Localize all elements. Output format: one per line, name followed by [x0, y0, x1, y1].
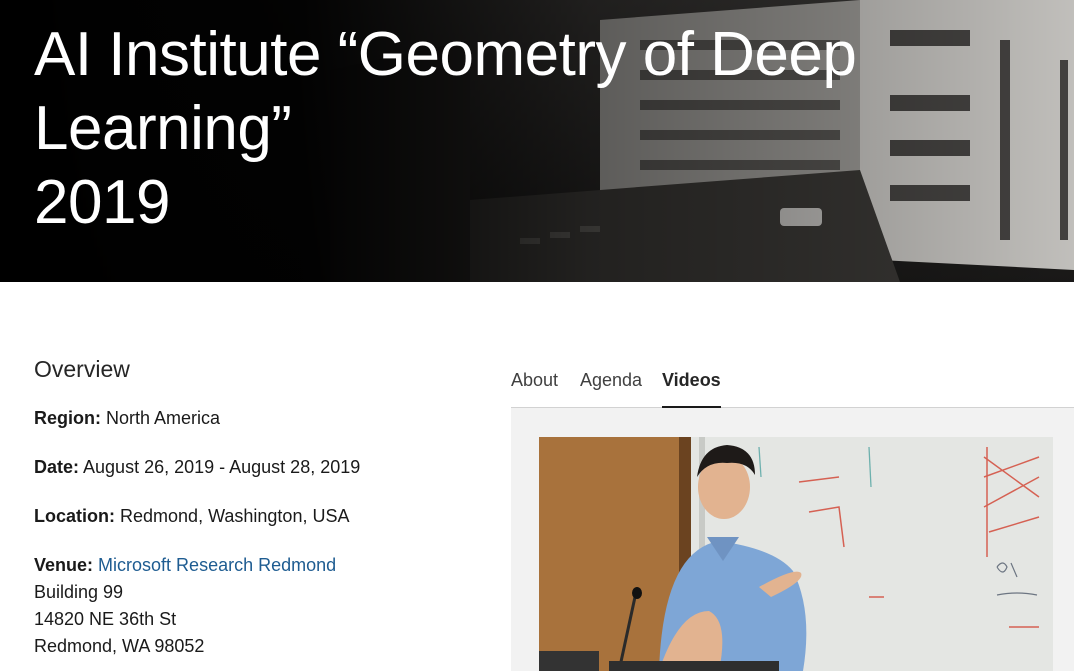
date-value: August 26, 2019 - August 28, 2019	[83, 457, 361, 477]
venue-row: Venue: Microsoft Research Redmond Buildi…	[34, 552, 474, 660]
overview-heading: Overview	[34, 356, 130, 382]
region-label: Region:	[34, 408, 101, 428]
tab-about[interactable]: About	[511, 366, 558, 408]
venue-address-line: 14820 NE 36th St	[34, 609, 177, 629]
speaker-photo	[539, 437, 1053, 671]
venue-address-line: Redmond, WA 98052	[34, 636, 205, 656]
region-row: Region: North America	[34, 405, 474, 432]
location-label: Location:	[34, 506, 115, 526]
page-title: AI Institute “Geometry of Deep Learning”…	[34, 18, 1074, 240]
location-value: Redmond, Washington, USA	[120, 506, 350, 526]
venue-address-line: Building 99	[34, 582, 124, 602]
video-thumbnail[interactable]	[539, 437, 1053, 671]
overview-section: Overview Region: North America Date: Aug…	[34, 355, 474, 660]
region-value: North America	[106, 408, 221, 428]
hero-banner: AI Institute “Geometry of Deep Learning”…	[0, 0, 1074, 282]
date-row: Date: August 26, 2019 - August 28, 2019	[34, 454, 474, 481]
date-label: Date:	[34, 457, 80, 477]
venue-label: Venue:	[34, 555, 94, 575]
page-title-line1: AI Institute “Geometry of Deep Learning”	[34, 20, 857, 163]
venue-link[interactable]: Microsoft Research Redmond	[98, 555, 336, 575]
location-row: Location: Redmond, Washington, USA	[34, 503, 474, 530]
tab-agenda[interactable]: Agenda	[580, 366, 642, 408]
event-tabs: About Agenda Videos	[511, 366, 1074, 409]
tab-videos[interactable]: Videos	[662, 366, 721, 409]
page-title-line2: 2019	[34, 168, 170, 237]
